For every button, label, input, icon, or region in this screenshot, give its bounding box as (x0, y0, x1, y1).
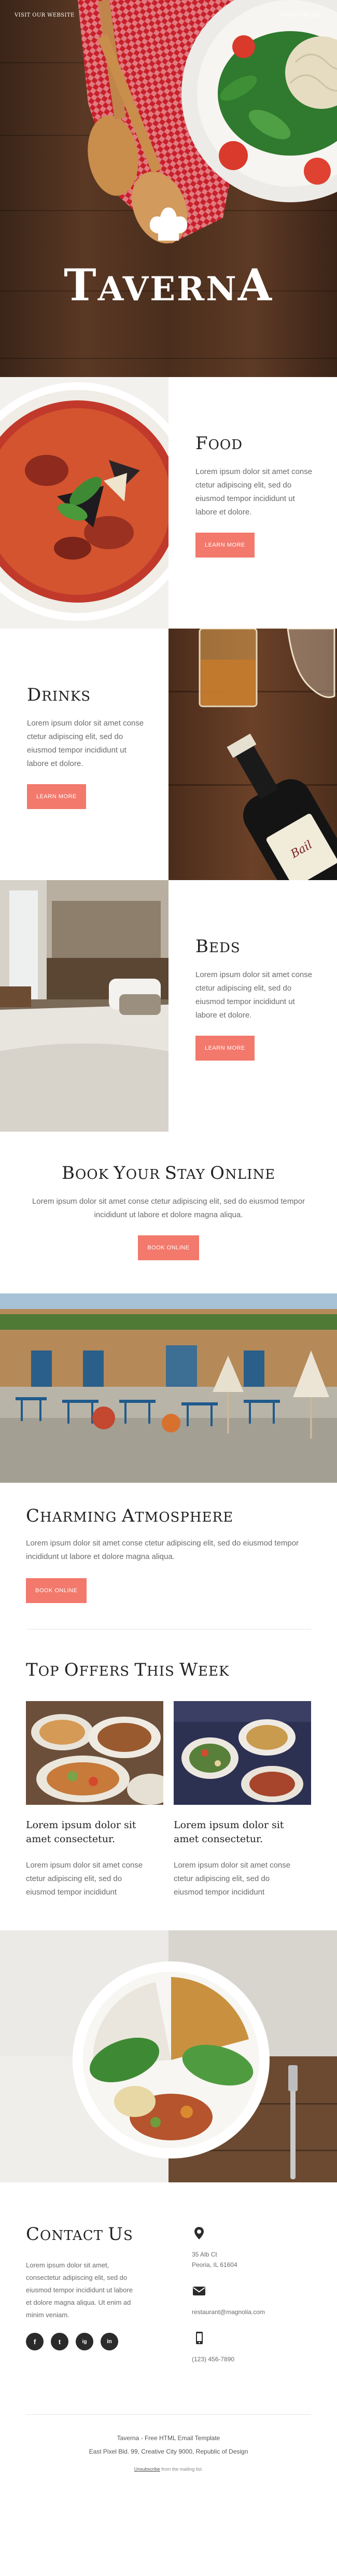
top-offers-section: TOP OFFERS THIS WEEK Lorem ipsum dolor s… (0, 1630, 337, 1930)
email-footer: Taverna - Free HTML Email Template East … (0, 2415, 337, 2493)
offer-card[interactable]: Lorem ipsum dolor sit amet consectetur. … (26, 1701, 163, 1899)
atmosphere-heading: CHARMING ATMOSPHERE (26, 1506, 234, 1526)
envelope-icon (193, 2287, 205, 2295)
drinks-learn-more-button[interactable]: LEARN MORE (27, 784, 86, 809)
social-links: f t ig in (26, 2333, 192, 2350)
brand-title: TAVERNA (64, 259, 273, 311)
unsubscribe-link[interactable]: Unsubscribe (134, 2467, 160, 2472)
drinks-description: Lorem ipsum dolor sit amet conse ctetur … (27, 719, 144, 768)
atmosphere-book-online-button[interactable]: BOOK ONLINE (26, 1578, 87, 1603)
offer-description: Lorem ipsum dolor sit amet conse ctetur … (174, 1861, 291, 1897)
drinks-heading: DRINKS (27, 685, 91, 705)
hero-section: VISIT OUR WEBSITE VIEW ONLINE TAVERNA (0, 0, 337, 377)
phone-number[interactable]: (123) 456-7890 (192, 2354, 265, 2364)
email-block: restaurant@magnolia.com (192, 2283, 265, 2317)
facebook-icon[interactable]: f (26, 2333, 44, 2350)
atmosphere-section: CHARMING ATMOSPHERE Lorem ipsum dolor si… (0, 1483, 337, 1629)
instagram-icon[interactable]: ig (76, 2333, 93, 2350)
beds-description: Lorem ipsum dolor sit amet conse ctetur … (195, 970, 313, 1020)
food-section: FOOD Lorem ipsum dolor sit amet conse ct… (0, 377, 337, 629)
offer-image (174, 1701, 311, 1805)
offers-grid: Lorem ipsum dolor sit amet consectetur. … (26, 1701, 311, 1899)
mobile-phone-icon (196, 2332, 203, 2344)
beds-image (0, 880, 168, 1132)
offer-card[interactable]: Lorem ipsum dolor sit amet consectetur. … (174, 1701, 311, 1899)
linkedin-icon[interactable]: in (101, 2333, 118, 2350)
plated-dish-image (0, 1930, 337, 2182)
twitter-icon[interactable]: t (51, 2333, 68, 2350)
food-heading: FOOD (195, 433, 243, 454)
beds-section: BEDS Lorem ipsum dolor sit amet conse ct… (0, 880, 337, 1132)
address-line-1: 35 Alb Ct (192, 2251, 217, 2258)
book-online-description: Lorem ipsum dolor sit amet conse ctetur … (32, 1197, 305, 1219)
beds-learn-more-button[interactable]: LEARN MORE (195, 1036, 255, 1061)
footer-unsubscribe-line: Unsubscribe from the mailing list. (134, 2467, 203, 2472)
contact-section: CONTACT US Lorem ipsum dolor sit amet, c… (0, 2182, 337, 2414)
food-learn-more-button[interactable]: LEARN MORE (195, 533, 255, 558)
restaurant-terrace-image (0, 1293, 337, 1483)
book-online-section: BOOK YOUR STAY ONLINE Lorem ipsum dolor … (0, 1132, 337, 1293)
offer-image (26, 1701, 163, 1805)
phone-block: (123) 456-7890 (192, 2331, 265, 2364)
address-line-2: Peoria, IL 61604 (192, 2261, 237, 2268)
contact-heading: CONTACT US (26, 2224, 133, 2245)
footer-template-name: Taverna - Free HTML Email Template (117, 2434, 220, 2442)
food-image (0, 377, 168, 629)
offer-title[interactable]: Lorem ipsum dolor sit amet consectetur. (174, 1818, 311, 1846)
email-page: VISIT OUR WEBSITE VIEW ONLINE TAVERNA FO… (0, 0, 337, 2493)
view-online-link[interactable]: VIEW ONLINE (281, 12, 322, 18)
address-block: 35 Alb Ct Peoria, IL 61604 (192, 2226, 265, 2270)
contact-intro: CONTACT US Lorem ipsum dolor sit amet, c… (26, 2224, 192, 2378)
visit-website-link[interactable]: VISIT OUR WEBSITE (15, 12, 75, 18)
hero-top-links: VISIT OUR WEBSITE VIEW ONLINE (15, 12, 322, 18)
drinks-image: Bail (168, 629, 337, 880)
beds-text: BEDS Lorem ipsum dolor sit amet conse ct… (168, 880, 337, 1132)
map-pin-icon (194, 2227, 204, 2239)
contact-description: Lorem ipsum dolor sit amet, consectetur … (26, 2261, 133, 2319)
food-text: FOOD Lorem ipsum dolor sit amet conse ct… (168, 377, 337, 629)
offer-description: Lorem ipsum dolor sit amet conse ctetur … (26, 1861, 143, 1897)
contact-details: 35 Alb Ct Peoria, IL 61604 restaurant@ma… (192, 2224, 265, 2378)
drinks-text: DRINKS Lorem ipsum dolor sit amet conse … (0, 629, 168, 880)
atmosphere-description: Lorem ipsum dolor sit amet conse ctetur … (26, 1539, 299, 1561)
hero-table-illustration (78, 0, 337, 244)
email-address[interactable]: restaurant@magnolia.com (192, 2307, 265, 2317)
drinks-section: DRINKS Lorem ipsum dolor sit amet conse … (0, 629, 337, 880)
beds-heading: BEDS (195, 936, 241, 957)
footer-address: East Pixel Bld. 99, Creative City 9000, … (89, 2448, 248, 2455)
offer-title[interactable]: Lorem ipsum dolor sit amet consectetur. (26, 1818, 163, 1846)
food-description: Lorem ipsum dolor sit amet conse ctetur … (195, 467, 313, 517)
top-offers-heading: TOP OFFERS THIS WEEK (26, 1660, 230, 1680)
book-online-button[interactable]: BOOK ONLINE (138, 1235, 199, 1260)
book-online-heading: BOOK YOUR STAY ONLINE (61, 1163, 276, 1183)
